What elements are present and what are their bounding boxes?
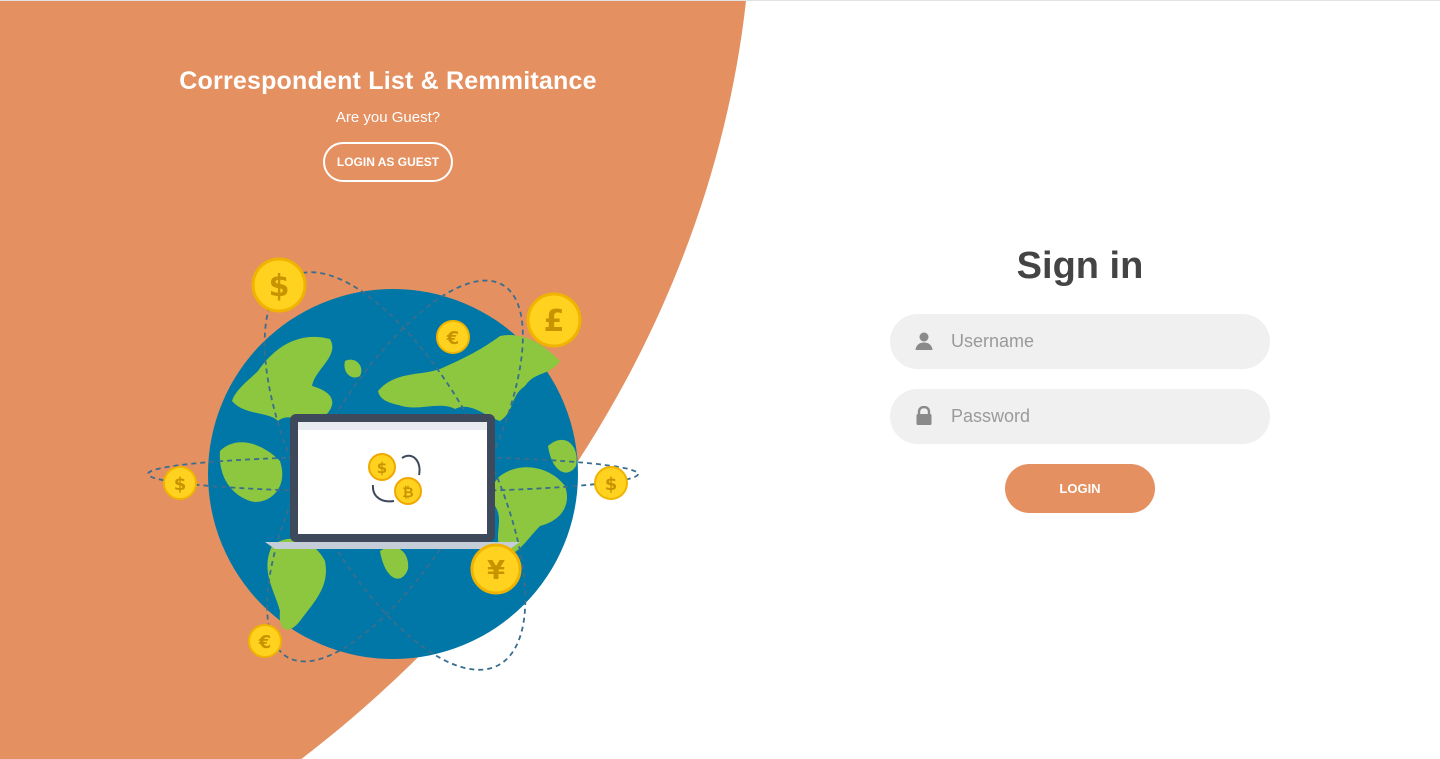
laptop-coin-bitcoin: ₿ xyxy=(402,485,413,501)
coin-yen: ¥ xyxy=(487,556,505,586)
lock-icon xyxy=(916,406,932,425)
password-field xyxy=(890,389,1270,444)
coin-dollar-top: $ xyxy=(269,269,290,304)
login-page: Correspondent List & Remmitance Are you … xyxy=(0,0,1440,759)
coin-euro-bottom: € xyxy=(258,632,272,653)
signin-title: Sign in xyxy=(1016,245,1144,287)
laptop-coin-dollar: $ xyxy=(377,459,387,477)
app-title: Correspondent List & Remmitance xyxy=(179,67,597,95)
username-field xyxy=(890,314,1270,369)
coin-euro-top: € xyxy=(446,328,460,349)
coin-dollar-left: $ xyxy=(174,474,187,495)
login-button[interactable]: LOGIN xyxy=(1005,464,1155,513)
coin-pound: £ xyxy=(544,304,565,339)
user-icon xyxy=(915,332,933,350)
coin-dollar-right: $ xyxy=(605,474,618,495)
guest-panel: Correspondent List & Remmitance Are you … xyxy=(0,1,776,759)
password-input[interactable] xyxy=(951,389,1251,444)
globe-money-illustration: $ ₿ $ £ € $ $ ¥ € xyxy=(147,257,639,671)
laptop-icon: $ ₿ xyxy=(265,414,520,549)
guest-question: Are you Guest? xyxy=(335,109,441,126)
username-input[interactable] xyxy=(951,314,1251,369)
login-as-guest-button[interactable]: LOGIN AS GUEST xyxy=(323,142,453,182)
